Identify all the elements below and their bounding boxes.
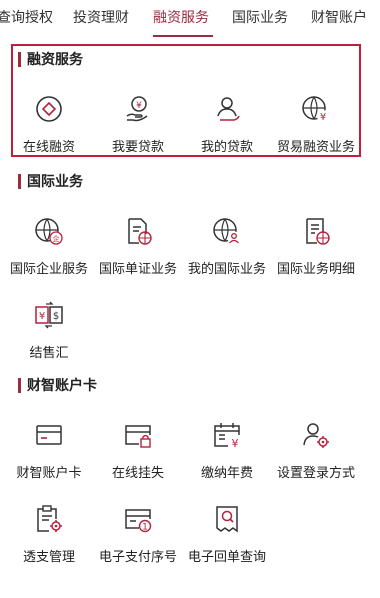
service-label: 在线挂失	[111, 465, 164, 480]
service-label: 透支管理	[22, 549, 75, 564]
service-apply-loan[interactable]: ¥ 我要贷款	[91, 94, 185, 155]
svg-text:企: 企	[53, 234, 60, 243]
section-accent-bar	[18, 377, 21, 393]
section-header-financing: 融资服务	[18, 50, 83, 68]
service-label: 财智账户卡	[16, 465, 82, 480]
receipt-search-icon	[216, 506, 238, 533]
globe-user-icon	[213, 218, 241, 245]
service-label: 国际单证业务	[98, 261, 177, 276]
service-label: 在线融资	[22, 139, 75, 154]
service-international-detail[interactable]: 国际业务明细	[269, 216, 363, 277]
service-label: 我要贷款	[111, 139, 164, 154]
active-tab-indicator	[153, 35, 213, 37]
document-globe-icon	[128, 218, 152, 245]
service-label: 国际业务明细	[276, 261, 355, 276]
service-receipt-query[interactable]: 电子回单查询	[180, 504, 274, 565]
service-label: 缴纳年费	[200, 465, 253, 480]
user-hand-icon	[217, 97, 240, 121]
svg-text:¥: ¥	[136, 101, 142, 111]
section-title: 融资服务	[27, 51, 83, 67]
svg-text:¥: ¥	[232, 437, 239, 450]
currency-exchange-icon: ¥ $	[35, 301, 63, 329]
service-online-financing[interactable]: 在线融资	[2, 94, 96, 155]
svg-text:$: $	[53, 311, 59, 322]
svg-text:1: 1	[142, 523, 148, 533]
tab-international[interactable]: 国际业务	[232, 7, 288, 27]
section-title: 财智账户卡	[27, 377, 97, 393]
service-my-international[interactable]: 我的国际业务	[180, 216, 274, 277]
calendar-yen-icon: ¥	[214, 423, 240, 450]
tab-account[interactable]: 财智账户	[311, 7, 367, 27]
service-label: 设置登录方式	[276, 465, 355, 480]
service-international-enterprise[interactable]: 企 国际企业服务	[2, 216, 96, 277]
service-label: 我的贷款	[200, 139, 253, 154]
yen-hand-icon: ¥	[126, 96, 148, 122]
service-trade-financing[interactable]: ¥ 贸易融资业务	[269, 94, 363, 155]
service-international-documents[interactable]: 国际单证业务	[91, 216, 185, 277]
service-label: 贸易融资业务	[276, 139, 355, 154]
service-label: 国际企业服务	[9, 261, 88, 276]
card-number-icon: 1	[125, 509, 152, 533]
top-tab-bar: 查询授权 投资理财 融资服务 国际业务 财智账户	[0, 0, 380, 38]
section-title: 国际业务	[27, 173, 83, 189]
service-my-loans[interactable]: 我的贷款	[180, 94, 274, 155]
tab-query-authorization[interactable]: 查询授权	[0, 7, 53, 27]
svg-text:¥: ¥	[320, 112, 326, 123]
section-header-account-card: 财智账户卡	[18, 376, 97, 394]
tab-investment[interactable]: 投资理财	[73, 7, 129, 27]
card-lock-icon	[125, 425, 151, 448]
svg-text:¥: ¥	[39, 311, 45, 322]
section-header-international: 国际业务	[18, 172, 83, 190]
service-annual-fee[interactable]: ¥ 缴纳年费	[180, 420, 274, 481]
diamond-circle-icon	[36, 96, 62, 122]
globe-enterprise-icon: 企	[35, 218, 63, 245]
service-label: 电子支付序号	[98, 549, 177, 564]
document-detail-icon	[306, 218, 330, 245]
globe-yen-icon: ¥	[302, 96, 329, 123]
service-login-settings[interactable]: 设置登录方式	[269, 420, 363, 481]
section-accent-bar	[18, 51, 21, 67]
tab-financing[interactable]: 融资服务	[153, 7, 209, 27]
user-settings-icon	[303, 423, 329, 448]
service-label: 电子回单查询	[187, 549, 266, 564]
service-report-loss[interactable]: 在线挂失	[91, 420, 185, 481]
clipboard-settings-icon	[37, 505, 62, 532]
service-overdraft[interactable]: 透支管理	[2, 504, 96, 565]
service-account-card[interactable]: 财智账户卡	[2, 420, 96, 481]
service-foreign-exchange[interactable]: ¥ $ 结售汇	[2, 300, 96, 361]
service-label: 我的国际业务	[187, 261, 266, 276]
card-icon	[36, 425, 62, 445]
section-accent-bar	[18, 173, 21, 189]
service-label: 结售汇	[29, 345, 69, 360]
service-payment-number[interactable]: 1 电子支付序号	[91, 504, 185, 565]
